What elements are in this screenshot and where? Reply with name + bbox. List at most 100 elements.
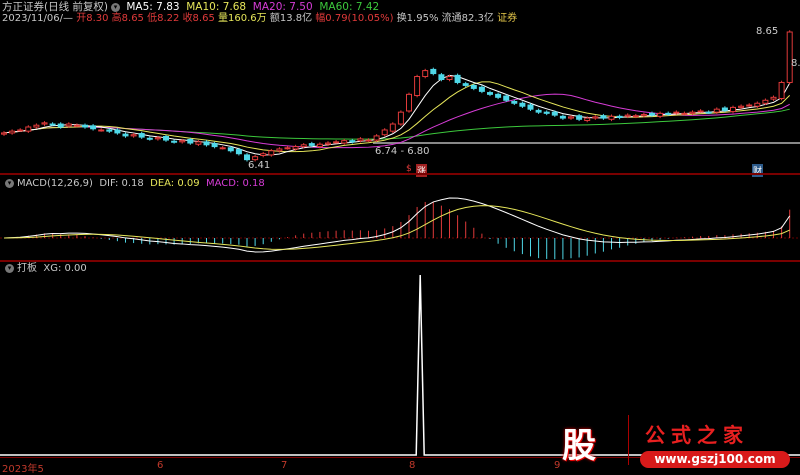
candle-body [33,124,40,128]
range-label: 6.74 - 6.80 [375,146,430,157]
candle-body [422,70,429,78]
candle-body [146,137,153,140]
candle-body [632,115,639,118]
right-price-label: 8. [791,58,800,69]
candle-body [227,147,234,152]
candle-body [341,140,348,144]
axis-label: 7 [281,460,288,471]
candle-body [503,95,510,101]
candle-body [721,107,728,111]
candle-body [179,140,186,143]
panel-divider[interactable] [0,260,800,262]
candle-body [333,141,340,144]
logo-name: 公式之家 [645,423,749,447]
candle-body [697,110,704,113]
candle-body [673,111,680,114]
candle-body [454,74,461,83]
candle-body [114,129,121,134]
candle-body [9,130,16,134]
candle-body [462,83,469,86]
candle-body [49,123,56,126]
candle-body [373,135,380,141]
candle-body [446,76,453,80]
candle-body [316,143,323,148]
candle-body [397,111,404,125]
candle-body [738,105,745,108]
candle-body [551,111,558,116]
candle-body [1,132,7,135]
logo-url[interactable]: www.gszj100.com [640,451,790,468]
stock-chart[interactable] [0,0,800,474]
candle-body [681,112,688,115]
candle-body [770,96,777,100]
candle-body [365,139,372,142]
candle-body [203,141,210,146]
candle-body [430,68,437,75]
candle-body [657,112,664,117]
candle-body [438,74,445,80]
candle-body [713,108,720,113]
candle-body [568,116,574,119]
candle-body [219,147,226,150]
high-label: 8.65 [756,26,779,37]
dif-label: DIF: 0.18 [99,178,144,189]
candle-body [389,123,396,132]
candle-body [57,123,64,128]
macd-header: ▾ MACD(12,26,9) DIF: 0.18 DEA: 0.09 MACD:… [2,178,265,190]
candle-body [754,102,761,107]
low-label: 6.41 [248,160,271,171]
zhang-marker[interactable]: 涨 [416,164,428,177]
candle-body [478,86,485,92]
candle-body [154,137,161,140]
candle-body [762,99,769,104]
candle-body [41,122,48,125]
candle-body [235,149,242,155]
candle-body [527,104,534,110]
candle-body [576,115,583,120]
chevron-down-icon[interactable]: ▾ [5,178,14,188]
candle-body [187,138,194,144]
candle-body [746,104,753,107]
candle-body [260,153,267,156]
axis-label: 9 [554,460,561,471]
logo-icon: 股 [562,426,596,466]
candle-body [308,143,315,146]
candle-body [17,129,24,132]
candle-body [211,143,218,148]
dea-label: DEA: 0.09 [150,178,200,189]
candle-body [325,142,331,145]
candle-body [608,115,615,120]
xg-header: ▾ 打板 XG: 0.00 [2,263,87,275]
logo-divider [628,415,629,465]
candle-body [470,84,477,89]
candle-body [244,154,250,161]
candle-body [487,92,493,95]
dif-line [3,197,791,253]
candle-body [616,115,623,118]
dea-line [3,205,790,250]
panel-divider[interactable] [0,173,800,175]
chevron-down-icon[interactable]: ▾ [5,263,14,273]
candle-body [171,140,178,143]
xg-value: XG: 0.00 [43,263,87,274]
candle-body [381,129,388,136]
candle-body [406,93,412,112]
candle-body [414,76,421,97]
candle-body [130,134,137,137]
candle-body [624,114,631,117]
candle-body [284,147,291,150]
candle-body [90,125,97,130]
candle-body [495,93,502,98]
candle-body [122,133,129,137]
candle-body [519,102,526,107]
candle-body [640,114,647,117]
axis-label: 6 [157,460,164,471]
candle-body [106,129,113,132]
candle-body [778,81,785,99]
candle-body [649,112,655,116]
candle-body [357,138,364,142]
cai-marker[interactable]: 财 [752,164,764,177]
candle-body [511,100,518,104]
candle-body [559,115,566,119]
axis-label: 8 [409,460,416,471]
